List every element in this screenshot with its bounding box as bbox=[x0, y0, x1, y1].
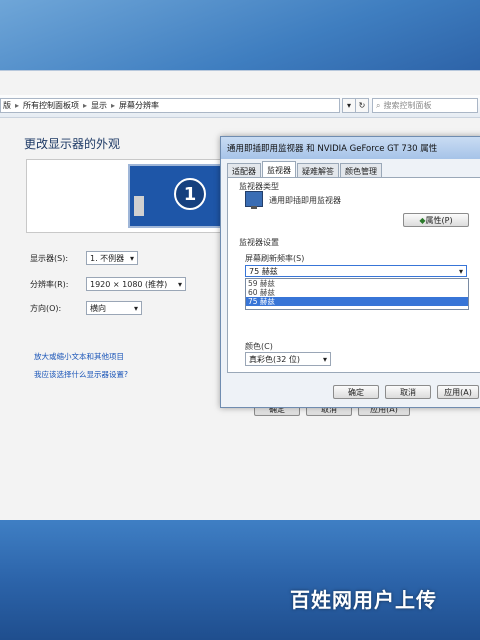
resolution-label: 分辨率(R): bbox=[30, 280, 69, 289]
monitor-name: 通用即插即用监视器 bbox=[269, 196, 341, 205]
monitor-properties-dialog: 通用即插即用监视器 和 NVIDIA GeForce GT 730 属性 适配器… bbox=[220, 136, 480, 408]
search-input[interactable]: ⌕ 搜索控制面板 bbox=[372, 98, 478, 113]
monitor-stand-icon bbox=[134, 196, 144, 216]
dialog-apply-button[interactable]: 应用(A) bbox=[437, 385, 479, 399]
chevron-down-icon: ▾ bbox=[458, 266, 463, 276]
watermark-text: 百姓网用户上传 bbox=[290, 588, 437, 612]
chevron-down-icon: ▾ bbox=[133, 303, 138, 313]
monitor-number: 1 bbox=[174, 178, 206, 210]
display-select[interactable]: 1. 不例器 ▾ bbox=[86, 251, 138, 265]
orientation-select[interactable]: 横向 ▾ bbox=[86, 301, 142, 315]
refresh-rate-option[interactable]: 75 赫兹 bbox=[246, 297, 468, 306]
orientation-label: 方向(O): bbox=[30, 304, 62, 313]
monitor-thumbnail[interactable]: 1 bbox=[128, 164, 224, 228]
refresh-rate-select[interactable]: 75 赫兹 ▾ bbox=[245, 265, 467, 277]
refresh-icon[interactable]: ↻ bbox=[355, 98, 369, 113]
chevron-down-icon: ▾ bbox=[177, 279, 182, 289]
orientation-value: 横向 bbox=[90, 303, 106, 313]
monitor-icon bbox=[245, 191, 263, 209]
desktop-background-lower bbox=[0, 520, 480, 640]
breadcrumb-separator-icon: ▸ bbox=[83, 101, 88, 110]
resolution-value: 1920 × 1080 (推荐) bbox=[90, 279, 168, 289]
display-label: 显示器(S): bbox=[30, 254, 69, 263]
breadcrumb[interactable]: 版 ▸ 所有控制面板项 ▸ 显示 ▸ 屏幕分辨率 bbox=[0, 98, 340, 113]
refresh-rate-option[interactable]: 59 赫兹 bbox=[246, 279, 468, 288]
resolution-select[interactable]: 1920 × 1080 (推荐) ▾ bbox=[86, 277, 186, 291]
breadcrumb-item[interactable]: 屏幕分辨率 bbox=[119, 100, 159, 111]
dialog-tabs: 适配器 监视器 疑难解答 颜色管理 bbox=[227, 161, 383, 178]
colors-label: 颜色(C) bbox=[245, 342, 273, 351]
tab-color-management[interactable]: 颜色管理 bbox=[340, 163, 382, 178]
display-settings-help-link[interactable]: 我应该选择什么显示器设置? bbox=[34, 369, 128, 380]
desktop-background bbox=[0, 0, 480, 72]
address-bar: 版 ▸ 所有控制面板项 ▸ 显示 ▸ 屏幕分辨率 ▾ ↻ ⌕ 搜索控制面板 bbox=[0, 95, 480, 118]
properties-label: 属性(P) bbox=[425, 215, 453, 225]
search-placeholder: 搜索控制面板 bbox=[383, 101, 432, 110]
dialog-title: 通用即插即用监视器 和 NVIDIA GeForce GT 730 属性 bbox=[221, 137, 480, 159]
search-icon: ⌕ bbox=[376, 100, 381, 110]
address-dropdown-icon[interactable]: ▾ bbox=[342, 98, 356, 113]
tab-monitor[interactable]: 监视器 bbox=[262, 161, 296, 178]
tab-adapter[interactable]: 适配器 bbox=[227, 163, 261, 178]
breadcrumb-item[interactable]: 所有控制面板项 bbox=[23, 100, 79, 111]
properties-button[interactable]: ◆ 属性(P) bbox=[403, 213, 469, 227]
refresh-rate-label: 屏幕刷新频率(S) bbox=[245, 254, 305, 263]
tab-troubleshoot[interactable]: 疑难解答 bbox=[297, 163, 339, 178]
dialog-cancel-button[interactable]: 取消 bbox=[385, 385, 431, 399]
refresh-rate-dropdown-list[interactable]: 59 赫兹 60 赫兹 75 赫兹 bbox=[245, 278, 469, 310]
text-size-link[interactable]: 放大或缩小文本和其他项目 bbox=[34, 351, 124, 362]
page-title: 更改显示器的外观 bbox=[24, 137, 121, 151]
breadcrumb-separator-icon: ▸ bbox=[15, 101, 20, 110]
breadcrumb-item[interactable]: 显示 bbox=[91, 100, 107, 111]
dialog-ok-button[interactable]: 确定 bbox=[333, 385, 379, 399]
chevron-down-icon: ▾ bbox=[322, 354, 327, 364]
breadcrumb-item[interactable]: 版 bbox=[3, 100, 11, 111]
refresh-rate-value: 75 赫兹 bbox=[249, 266, 278, 276]
colors-value: 真彩色(32 位) bbox=[249, 354, 300, 364]
refresh-rate-option[interactable]: 60 赫兹 bbox=[246, 288, 468, 297]
colors-select[interactable]: 真彩色(32 位) ▾ bbox=[245, 352, 331, 366]
display-value: 1. 不例器 bbox=[90, 253, 125, 263]
breadcrumb-separator-icon: ▸ bbox=[111, 101, 116, 110]
chevron-down-icon: ▾ bbox=[129, 253, 134, 263]
monitor-settings-label: 监视器设置 bbox=[239, 238, 279, 247]
